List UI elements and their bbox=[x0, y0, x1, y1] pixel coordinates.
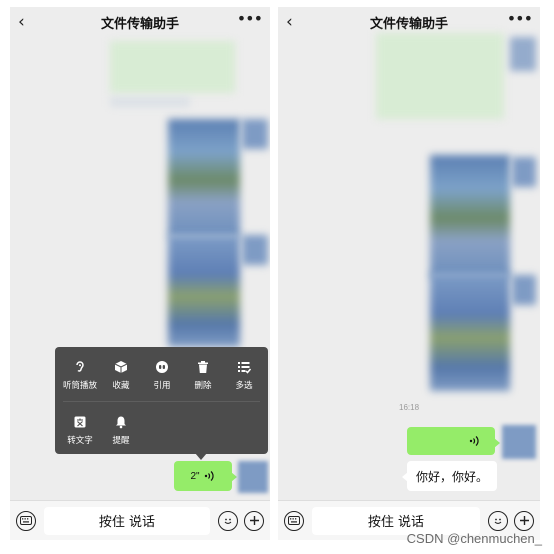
hold-to-talk-button[interactable]: 按住 说话 bbox=[44, 506, 210, 535]
transcribed-text-bubble[interactable]: 你好，你好。 bbox=[402, 461, 497, 491]
voice-message-bubble[interactable]: 2" bbox=[174, 461, 237, 491]
voice-duration: 2" bbox=[190, 470, 200, 482]
avatar[interactable] bbox=[512, 275, 536, 305]
menu-item-multiselect[interactable]: 多选 bbox=[223, 360, 265, 391]
right-chat-screen: ‹ 文件传输助手 ••• 16:18 你好，你好。 按住 说话 bbox=[278, 7, 540, 540]
bell-icon bbox=[116, 416, 126, 429]
more-dots-icon[interactable]: ••• bbox=[237, 9, 263, 28]
voice-message-bubble[interactable] bbox=[407, 427, 500, 455]
plus-circle-icon[interactable] bbox=[514, 510, 534, 531]
avatar[interactable] bbox=[512, 157, 536, 187]
blurred-message bbox=[110, 97, 190, 107]
chevron-left-icon[interactable]: ‹ bbox=[18, 12, 25, 32]
blurred-image-message[interactable] bbox=[168, 119, 240, 237]
keyboard-icon[interactable] bbox=[284, 510, 304, 531]
transcribed-text: 你好，你好。 bbox=[416, 469, 489, 484]
emoji-icon[interactable] bbox=[218, 510, 238, 531]
blurred-image-message[interactable] bbox=[430, 155, 510, 277]
left-chat-screen: ‹ 文件传输助手 ••• 听筒播放 收藏 引用 删除 多选 转文字 提醒 2" … bbox=[10, 7, 270, 540]
menu-item-convert-text[interactable]: 转文字 bbox=[59, 415, 101, 446]
avatar[interactable] bbox=[510, 37, 536, 71]
menu-divider bbox=[63, 401, 260, 402]
cube-icon bbox=[114, 361, 128, 373]
avatar[interactable] bbox=[242, 235, 268, 265]
menu-item-delete[interactable]: 删除 bbox=[182, 360, 224, 391]
menu-item-earpiece[interactable]: 听筒播放 bbox=[59, 360, 101, 391]
blurred-image-message[interactable] bbox=[168, 235, 240, 347]
keyboard-icon[interactable] bbox=[16, 510, 36, 531]
watermark: CSDN @chenmuchen_ bbox=[406, 531, 542, 546]
chevron-left-icon[interactable]: ‹ bbox=[286, 12, 293, 32]
trash-icon bbox=[198, 361, 208, 373]
chat-title: 文件传输助手 bbox=[369, 16, 448, 32]
plus-circle-icon[interactable] bbox=[244, 510, 264, 531]
blurred-message bbox=[110, 41, 235, 93]
menu-pointer bbox=[195, 453, 207, 460]
input-bar: 按住 说话 bbox=[10, 500, 270, 540]
nav-bar: ‹ 文件传输助手 ••• bbox=[10, 7, 270, 37]
message-context-menu: 听筒播放 收藏 引用 删除 多选 转文字 提醒 bbox=[55, 347, 268, 460]
text-convert-icon bbox=[74, 416, 86, 428]
voice-wave-icon bbox=[469, 436, 479, 446]
ear-icon bbox=[76, 361, 84, 372]
more-dots-icon[interactable]: ••• bbox=[507, 9, 533, 28]
multiselect-icon bbox=[238, 362, 251, 374]
blurred-image-message[interactable] bbox=[430, 273, 510, 391]
voice-wave-icon bbox=[204, 471, 214, 481]
menu-item-remind[interactable]: 提醒 bbox=[100, 415, 142, 446]
emoji-icon[interactable] bbox=[488, 510, 508, 531]
menu-item-quote[interactable]: 引用 bbox=[141, 360, 183, 391]
chat-title: 文件传输助手 bbox=[100, 16, 179, 32]
avatar[interactable] bbox=[238, 461, 268, 493]
message-timestamp: 16:18 bbox=[399, 403, 420, 412]
menu-item-favorite[interactable]: 收藏 bbox=[100, 360, 142, 391]
avatar[interactable] bbox=[242, 119, 268, 149]
blurred-message bbox=[376, 33, 504, 119]
avatar[interactable] bbox=[502, 425, 536, 459]
quote-icon bbox=[156, 361, 168, 373]
